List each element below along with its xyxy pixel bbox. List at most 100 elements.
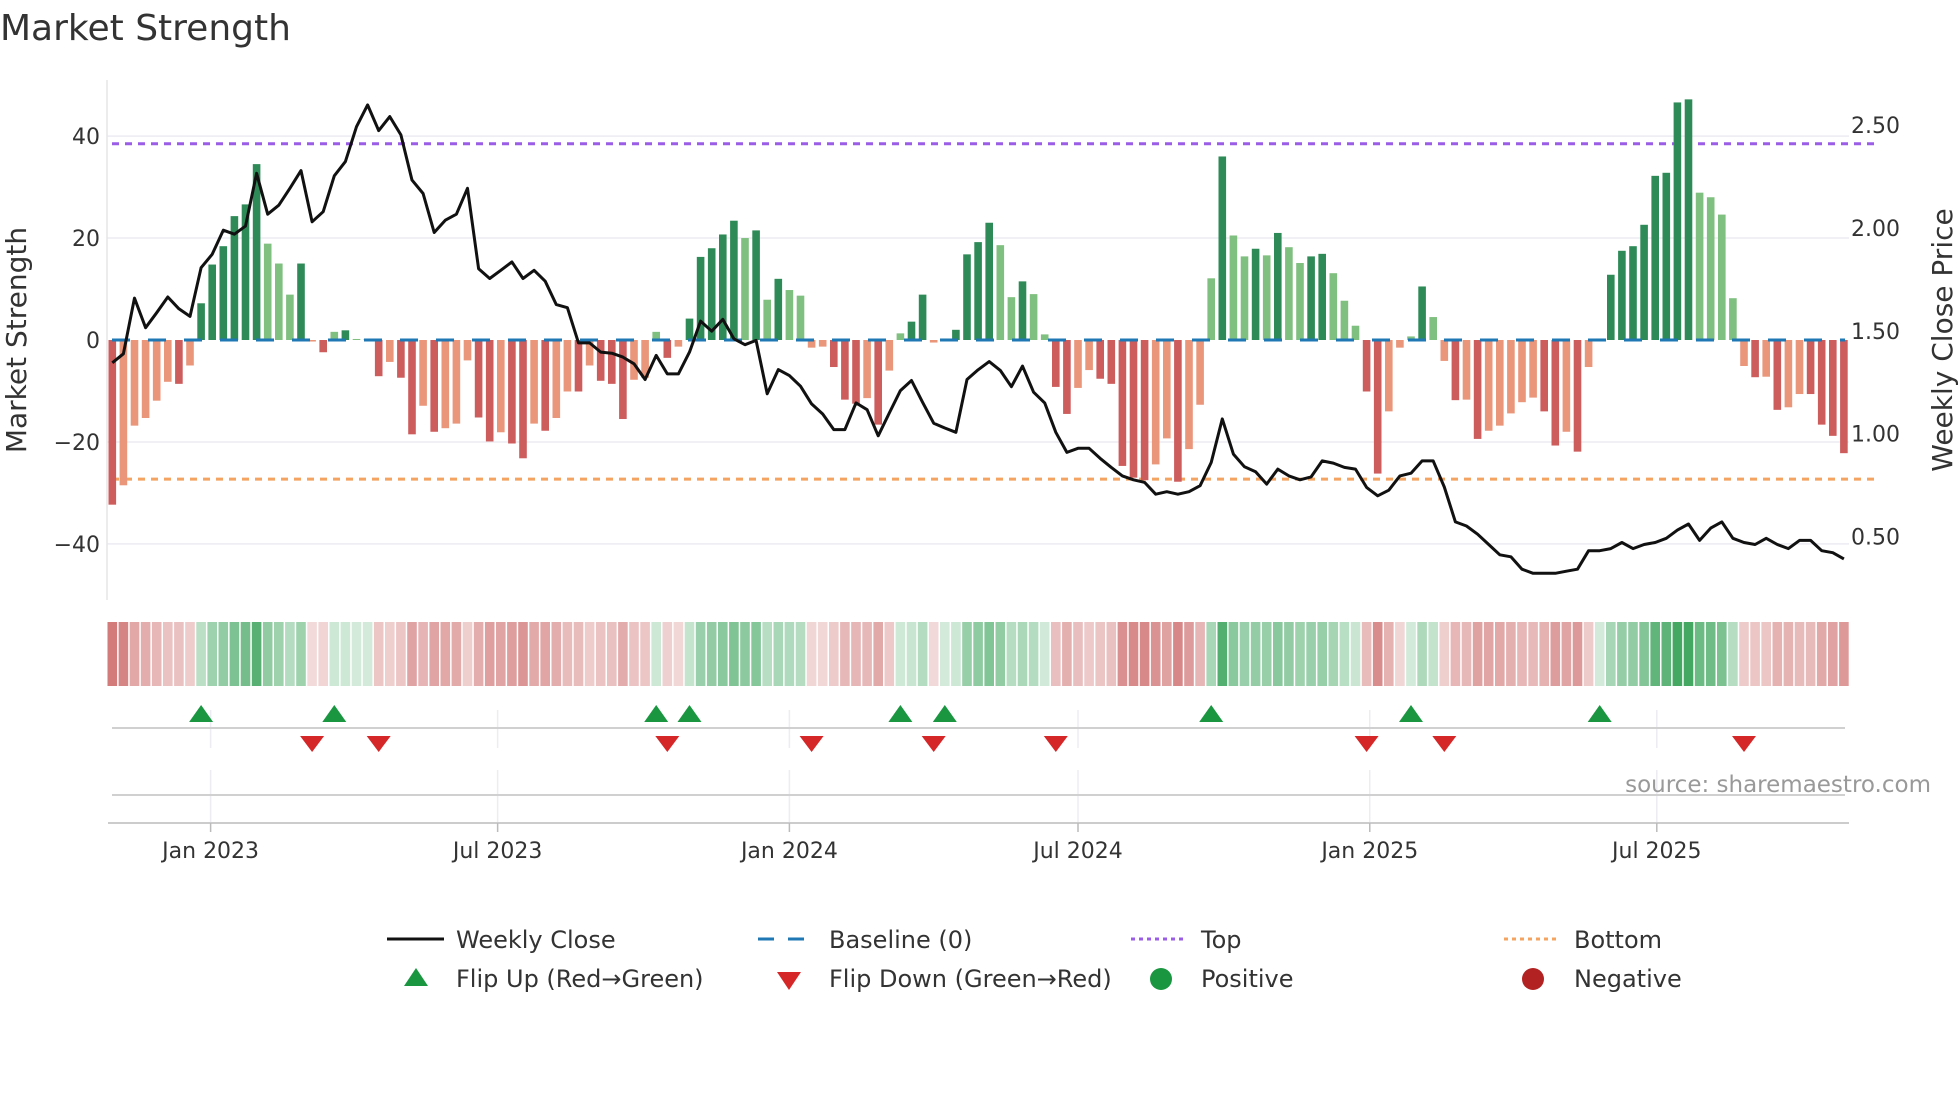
strip-cell <box>1606 622 1616 686</box>
strength-bar <box>996 245 1005 340</box>
chart-title: Market Strength <box>0 8 291 49</box>
strip-cell <box>884 622 895 686</box>
strip-cell <box>928 622 939 686</box>
strength-bar <box>1496 340 1504 426</box>
strip-cell <box>1361 622 1372 686</box>
strip-cell <box>1051 622 1061 686</box>
strength-bar <box>1629 246 1637 340</box>
strength-bar <box>952 329 960 340</box>
strip-cell <box>1461 622 1472 686</box>
strength-bar <box>1140 340 1149 481</box>
strip-cell <box>274 622 284 686</box>
strip-cell <box>1528 622 1538 686</box>
strip-cell <box>906 622 917 686</box>
strength-bar <box>1007 297 1016 340</box>
strength-bar <box>1396 340 1404 348</box>
strength-bar <box>441 340 450 429</box>
strip-cell <box>862 622 872 686</box>
strength-bar <box>1107 340 1116 384</box>
flip-down-marker <box>1732 736 1756 752</box>
strip-cell <box>840 622 850 686</box>
strip-cell <box>396 622 406 686</box>
strength-bar <box>896 333 905 340</box>
strength-bar <box>1640 224 1648 340</box>
strength-bar <box>1673 102 1682 341</box>
strip-cell <box>895 622 906 686</box>
flip-down-marker <box>655 736 680 752</box>
strength-bar <box>918 294 927 340</box>
strip-cell <box>817 622 828 686</box>
strength-bar <box>763 299 771 340</box>
strength-bar <box>175 340 183 384</box>
strength-bar <box>1351 325 1360 340</box>
strip-cell <box>629 622 639 686</box>
flip-down-marker <box>366 736 391 752</box>
market-strength-chart: Market Strength 40 20 0 −20 −40 2.50 2.00 1.50… <box>0 8 1959 993</box>
strength-bar <box>1751 340 1759 378</box>
strength-bar <box>885 340 894 371</box>
strength-bar <box>1473 340 1482 439</box>
circle-green-icon <box>1150 968 1172 990</box>
strip-cell <box>407 622 417 686</box>
strip-cell <box>1672 622 1683 686</box>
strength-bar <box>830 340 838 368</box>
strip-cell <box>1728 622 1738 686</box>
strength-bar <box>1507 340 1515 414</box>
strength-bar <box>1784 340 1793 408</box>
strip-cell <box>1439 622 1450 686</box>
flip-down-marker <box>300 736 325 752</box>
strip-cell <box>1106 622 1117 686</box>
strip-cell <box>607 622 617 686</box>
strength-bar <box>1618 250 1626 340</box>
strength-bar <box>263 243 272 340</box>
strength-bar <box>741 238 749 340</box>
strip-cell <box>1561 622 1572 686</box>
strip-cell <box>285 622 295 686</box>
strip-cell <box>1117 622 1128 686</box>
strip-cell <box>1683 622 1694 686</box>
strip-cell <box>1150 622 1161 686</box>
strip-cell <box>695 622 706 686</box>
strength-bar <box>319 340 327 353</box>
strip-cell <box>429 622 439 686</box>
x-tick-label: Jul 2025 <box>1610 839 1702 864</box>
flip-up-marker <box>322 705 347 722</box>
strength-bar <box>130 340 139 426</box>
strip-cell <box>1805 622 1816 686</box>
y-tick-label: −40 <box>54 533 100 558</box>
strip-cell <box>163 622 173 686</box>
strength-bar <box>1063 340 1071 414</box>
strength-bar <box>1096 340 1104 379</box>
strength-bar <box>508 340 516 444</box>
y2-axis-label: Weekly Close Price <box>1926 208 1959 471</box>
strip-cell <box>1694 622 1705 686</box>
strip-cell <box>1162 622 1172 686</box>
strip-cell <box>1583 622 1594 686</box>
strip-cell <box>1572 622 1583 686</box>
legend-item-top: Top <box>1131 926 1242 954</box>
strip-cell <box>1539 622 1549 686</box>
strength-bar <box>1562 340 1571 432</box>
strength-bar <box>674 340 683 347</box>
strength-bar <box>519 340 527 459</box>
legend-item-weekly-close: Weekly Close <box>387 926 616 954</box>
strip-cell <box>1173 622 1183 686</box>
legend-label: Positive <box>1201 965 1294 993</box>
strip-cell <box>951 622 961 686</box>
strip-cell <box>1828 622 1838 686</box>
legend-label: Weekly Close <box>456 926 616 954</box>
strength-bar <box>874 340 882 425</box>
strip-cell <box>418 622 428 686</box>
strength-bar <box>1229 235 1238 340</box>
strength-bar <box>1274 232 1282 340</box>
strength-bar <box>619 340 627 420</box>
flip-up-marker <box>677 705 702 722</box>
strip-cell <box>385 622 395 686</box>
strength-bar <box>1718 214 1726 340</box>
legend-item-positive: Positive <box>1150 965 1294 993</box>
strip-cell <box>662 622 673 686</box>
strip-cell <box>196 622 206 686</box>
strength-bar <box>852 340 860 404</box>
circle-red-icon <box>1522 968 1544 990</box>
y-tick-label: −20 <box>54 431 100 456</box>
